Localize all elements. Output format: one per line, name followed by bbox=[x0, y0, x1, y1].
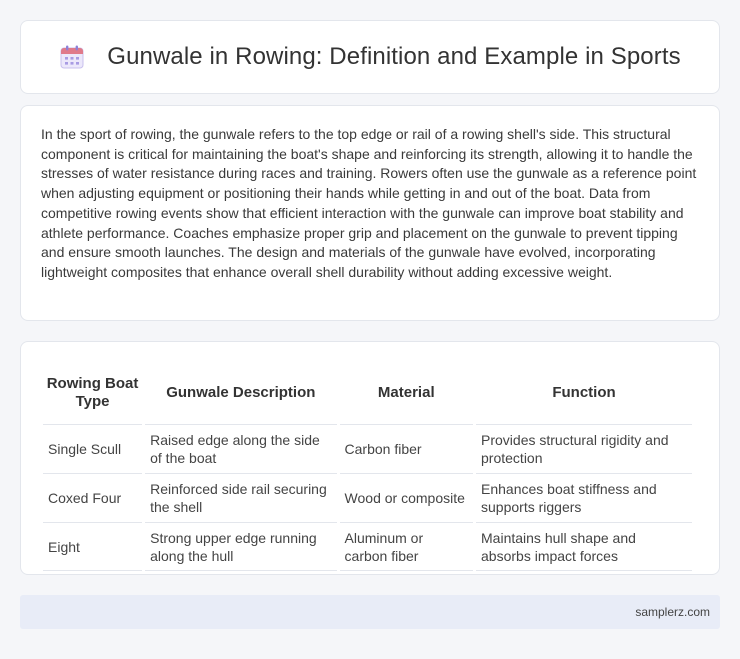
header: Gunwale in Rowing: Definition and Exampl… bbox=[59, 43, 681, 71]
page-title: Gunwale in Rowing: Definition and Exampl… bbox=[107, 43, 681, 70]
cell-material: Wood or composite bbox=[339, 473, 474, 522]
article-paragraph: In the sport of rowing, the gunwale refe… bbox=[41, 126, 697, 280]
cell-function: Enhances boat stiffness and supports rig… bbox=[476, 473, 692, 522]
table-row: Coxed Four Reinforced side rail securing… bbox=[43, 473, 692, 522]
footer: samplerz.com bbox=[20, 595, 720, 629]
gunwale-table: Rowing Boat Type Gunwale Description Mat… bbox=[40, 362, 695, 571]
cell-boat-type: Single Scull bbox=[43, 424, 143, 473]
table-header-row: Rowing Boat Type Gunwale Description Mat… bbox=[43, 362, 692, 424]
cell-function: Maintains hull shape and absorbs impact … bbox=[476, 522, 692, 571]
cell-description: Reinforced side rail securing the shell bbox=[145, 473, 337, 522]
column-header-material: Material bbox=[377, 384, 435, 401]
table-row: Eight Strong upper edge running along th… bbox=[43, 522, 692, 571]
table-card: Rowing Boat Type Gunwale Description Mat… bbox=[20, 341, 720, 575]
column-header-boat-type: Rowing Boat Type bbox=[46, 375, 139, 410]
cell-description: Strong upper edge running along the hull bbox=[145, 522, 337, 571]
cell-material: Carbon fiber bbox=[339, 424, 474, 473]
cell-boat-type: Coxed Four bbox=[43, 473, 143, 522]
calendar-icon bbox=[60, 45, 84, 69]
article-card: In the sport of rowing, the gunwale refe… bbox=[20, 105, 720, 321]
header-card: Gunwale in Rowing: Definition and Exampl… bbox=[20, 20, 720, 94]
cell-boat-type: Eight bbox=[43, 522, 143, 571]
column-header-function: Function bbox=[552, 384, 616, 401]
footer-site-link[interactable]: samplerz.com bbox=[635, 605, 710, 619]
table-row: Single Scull Raised edge along the side … bbox=[43, 424, 692, 473]
cell-function: Provides structural rigidity and protect… bbox=[476, 424, 692, 473]
cell-description: Raised edge along the side of the boat bbox=[145, 424, 337, 473]
column-header-description: Gunwale Description bbox=[166, 384, 316, 401]
cell-material: Aluminum or carbon fiber bbox=[339, 522, 474, 571]
